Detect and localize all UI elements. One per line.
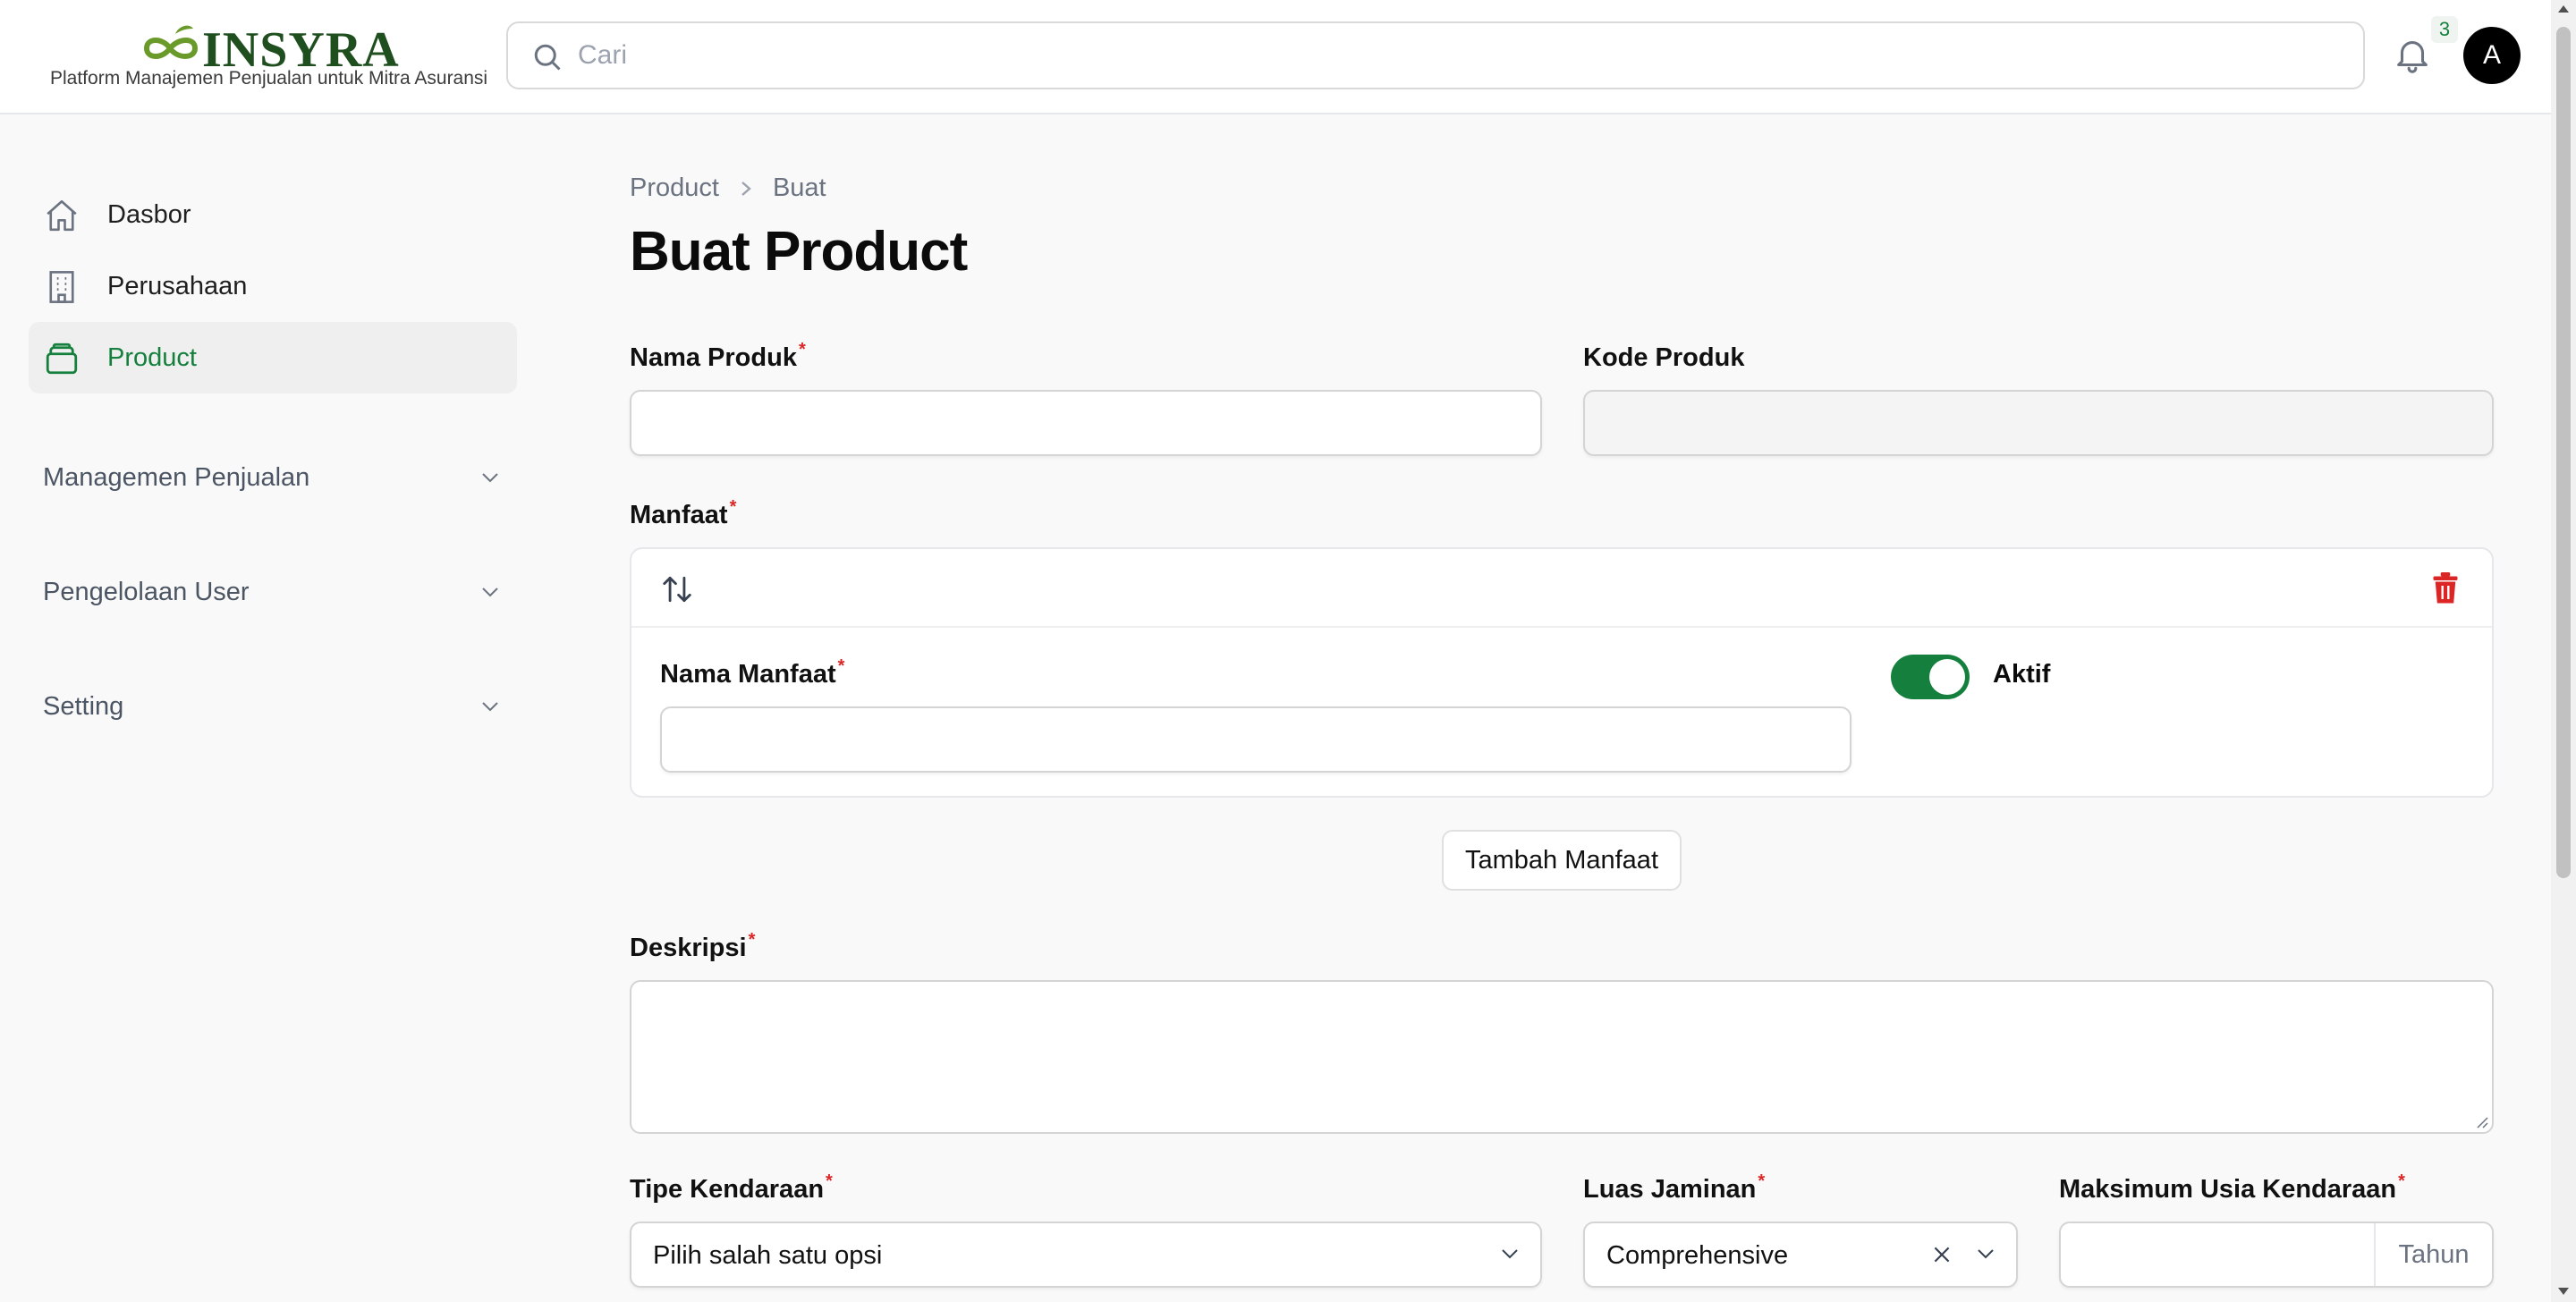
maks-usia-input[interactable]	[2061, 1223, 2374, 1286]
sidebar-group-setting[interactable]: Setting	[43, 680, 517, 733]
tipe-kendaraan-select[interactable]: Pilih salah satu opsi	[630, 1222, 1542, 1288]
trash-icon[interactable]	[2429, 571, 2462, 606]
sidebar-group-managemen-penjualan[interactable]: Managemen Penjualan	[43, 451, 517, 504]
breadcrumb: Product Buat	[630, 173, 826, 203]
scroll-down-arrow-icon[interactable]	[2557, 1286, 2570, 1297]
nama-produk-input[interactable]	[631, 392, 1540, 454]
kode-produk-input[interactable]	[1585, 392, 2492, 454]
deskripsi-label: Deskripsi *	[630, 930, 755, 963]
tahun-suffix: Tahun	[2374, 1223, 2492, 1286]
deskripsi-field[interactable]	[630, 980, 2494, 1134]
sidebar-item-label: Product	[107, 342, 197, 372]
maks-usia-label: Maksimum Usia Kendaraan *	[2059, 1171, 2405, 1205]
chevron-down-icon	[1502, 1249, 1518, 1259]
sidebar-group-label: Managemen Penjualan	[43, 462, 310, 492]
manfaat-label: Manfaat *	[630, 497, 736, 530]
sidebar: Dasbor Perusahaan Product Managemen Penj…	[29, 179, 517, 721]
search-icon	[534, 44, 561, 71]
tambah-manfaat-button[interactable]: Tambah Manfaat	[1442, 830, 1682, 891]
manfaat-repeater-item: Nama Manfaat * Aktif	[630, 547, 2494, 798]
sidebar-group-label: Setting	[43, 691, 124, 721]
scroll-up-arrow-icon[interactable]	[2557, 4, 2570, 14]
nama-produk-field[interactable]	[630, 390, 1542, 456]
maks-usia-label-text: Maksimum Usia Kendaraan	[2059, 1175, 2397, 1204]
sidebar-group-pengelolaan-user[interactable]: Pengelolaan User	[43, 565, 517, 619]
sidebar-item-perusahaan[interactable]: Perusahaan	[29, 250, 517, 322]
required-mark: *	[798, 340, 806, 359]
avatar[interactable]: A	[2463, 27, 2521, 84]
nama-produk-label-text: Nama Produk	[630, 343, 797, 372]
maks-usia-field[interactable]: Tahun	[2059, 1222, 2494, 1288]
required-mark: *	[1758, 1171, 1766, 1191]
repeater-item-header	[631, 549, 2492, 628]
home-icon	[47, 199, 77, 232]
wallet-icon	[46, 342, 78, 375]
page-title: Buat Product	[630, 221, 968, 283]
required-mark: *	[748, 930, 756, 950]
required-mark: *	[826, 1171, 833, 1191]
nama-manfaat-label: Nama Manfaat *	[660, 656, 844, 689]
chevron-down-icon	[482, 702, 498, 712]
sidebar-item-label: Perusahaan	[107, 271, 248, 300]
building-icon	[49, 271, 74, 303]
logo[interactable]: INSYRA Platform Manajemen Penjualan untu…	[50, 21, 488, 93]
scrollbar-thumb[interactable]	[2556, 27, 2571, 878]
kode-produk-field[interactable]	[1583, 390, 2494, 456]
kode-produk-label: Kode Produk	[1583, 343, 1744, 373]
luas-jaminan-label-text: Luas Jaminan	[1583, 1175, 1757, 1204]
bell-icon[interactable]	[2392, 34, 2433, 75]
required-mark: *	[729, 497, 737, 517]
search-input[interactable]	[578, 36, 2331, 75]
manfaat-label-text: Manfaat	[630, 501, 728, 529]
tipe-kendaraan-label-text: Tipe Kendaraan	[630, 1175, 825, 1204]
search-bar[interactable]	[506, 21, 2365, 89]
chevron-down-icon	[1978, 1249, 1994, 1259]
breadcrumb-current: Buat	[772, 173, 826, 202]
logo-tagline: Platform Manajemen Penjualan untuk Mitra…	[50, 68, 488, 89]
nama-produk-label: Nama Produk *	[630, 340, 806, 373]
top-bar: INSYRA Platform Manajemen Penjualan untu…	[0, 0, 2551, 114]
sidebar-group-label: Pengelolaan User	[43, 577, 250, 606]
select-value: Pilih salah satu opsi	[653, 1241, 883, 1270]
sidebar-item-product[interactable]: Product	[29, 322, 517, 393]
kode-produk-label-text: Kode Produk	[1583, 343, 1745, 372]
aktif-label: Aktif	[1993, 660, 2051, 689]
logo-mark-icon	[143, 25, 199, 59]
tipe-kendaraan-label: Tipe Kendaraan *	[630, 1171, 833, 1205]
nama-manfaat-label-text: Nama Manfaat	[660, 660, 836, 689]
select-value: Comprehensive	[1606, 1241, 1789, 1270]
chevron-down-icon	[482, 473, 498, 483]
sidebar-item-dasbor[interactable]: Dasbor	[29, 179, 517, 250]
chevron-right-icon	[741, 181, 751, 196]
page-scrollbar[interactable]	[2551, 0, 2576, 1302]
reorder-icon[interactable]	[660, 572, 694, 606]
luas-jaminan-label: Luas Jaminan *	[1583, 1171, 1765, 1205]
clear-icon[interactable]	[1930, 1243, 1953, 1266]
sidebar-item-label: Dasbor	[107, 199, 191, 229]
chevron-down-icon	[482, 588, 498, 597]
luas-jaminan-select[interactable]: Comprehensive	[1583, 1222, 2018, 1288]
toggle-knob	[1929, 659, 1965, 695]
required-mark: *	[2398, 1171, 2405, 1191]
aktif-toggle[interactable]	[1891, 655, 1970, 699]
deskripsi-label-text: Deskripsi	[630, 934, 747, 962]
breadcrumb-link-product[interactable]: Product	[630, 173, 719, 203]
deskripsi-textarea[interactable]	[631, 982, 2492, 1132]
required-mark: *	[837, 656, 845, 676]
nama-manfaat-input[interactable]	[662, 708, 1850, 771]
notification-badge: 3	[2431, 16, 2458, 43]
nama-manfaat-field[interactable]	[660, 706, 1852, 773]
resize-grip-icon[interactable]	[2474, 1114, 2488, 1129]
